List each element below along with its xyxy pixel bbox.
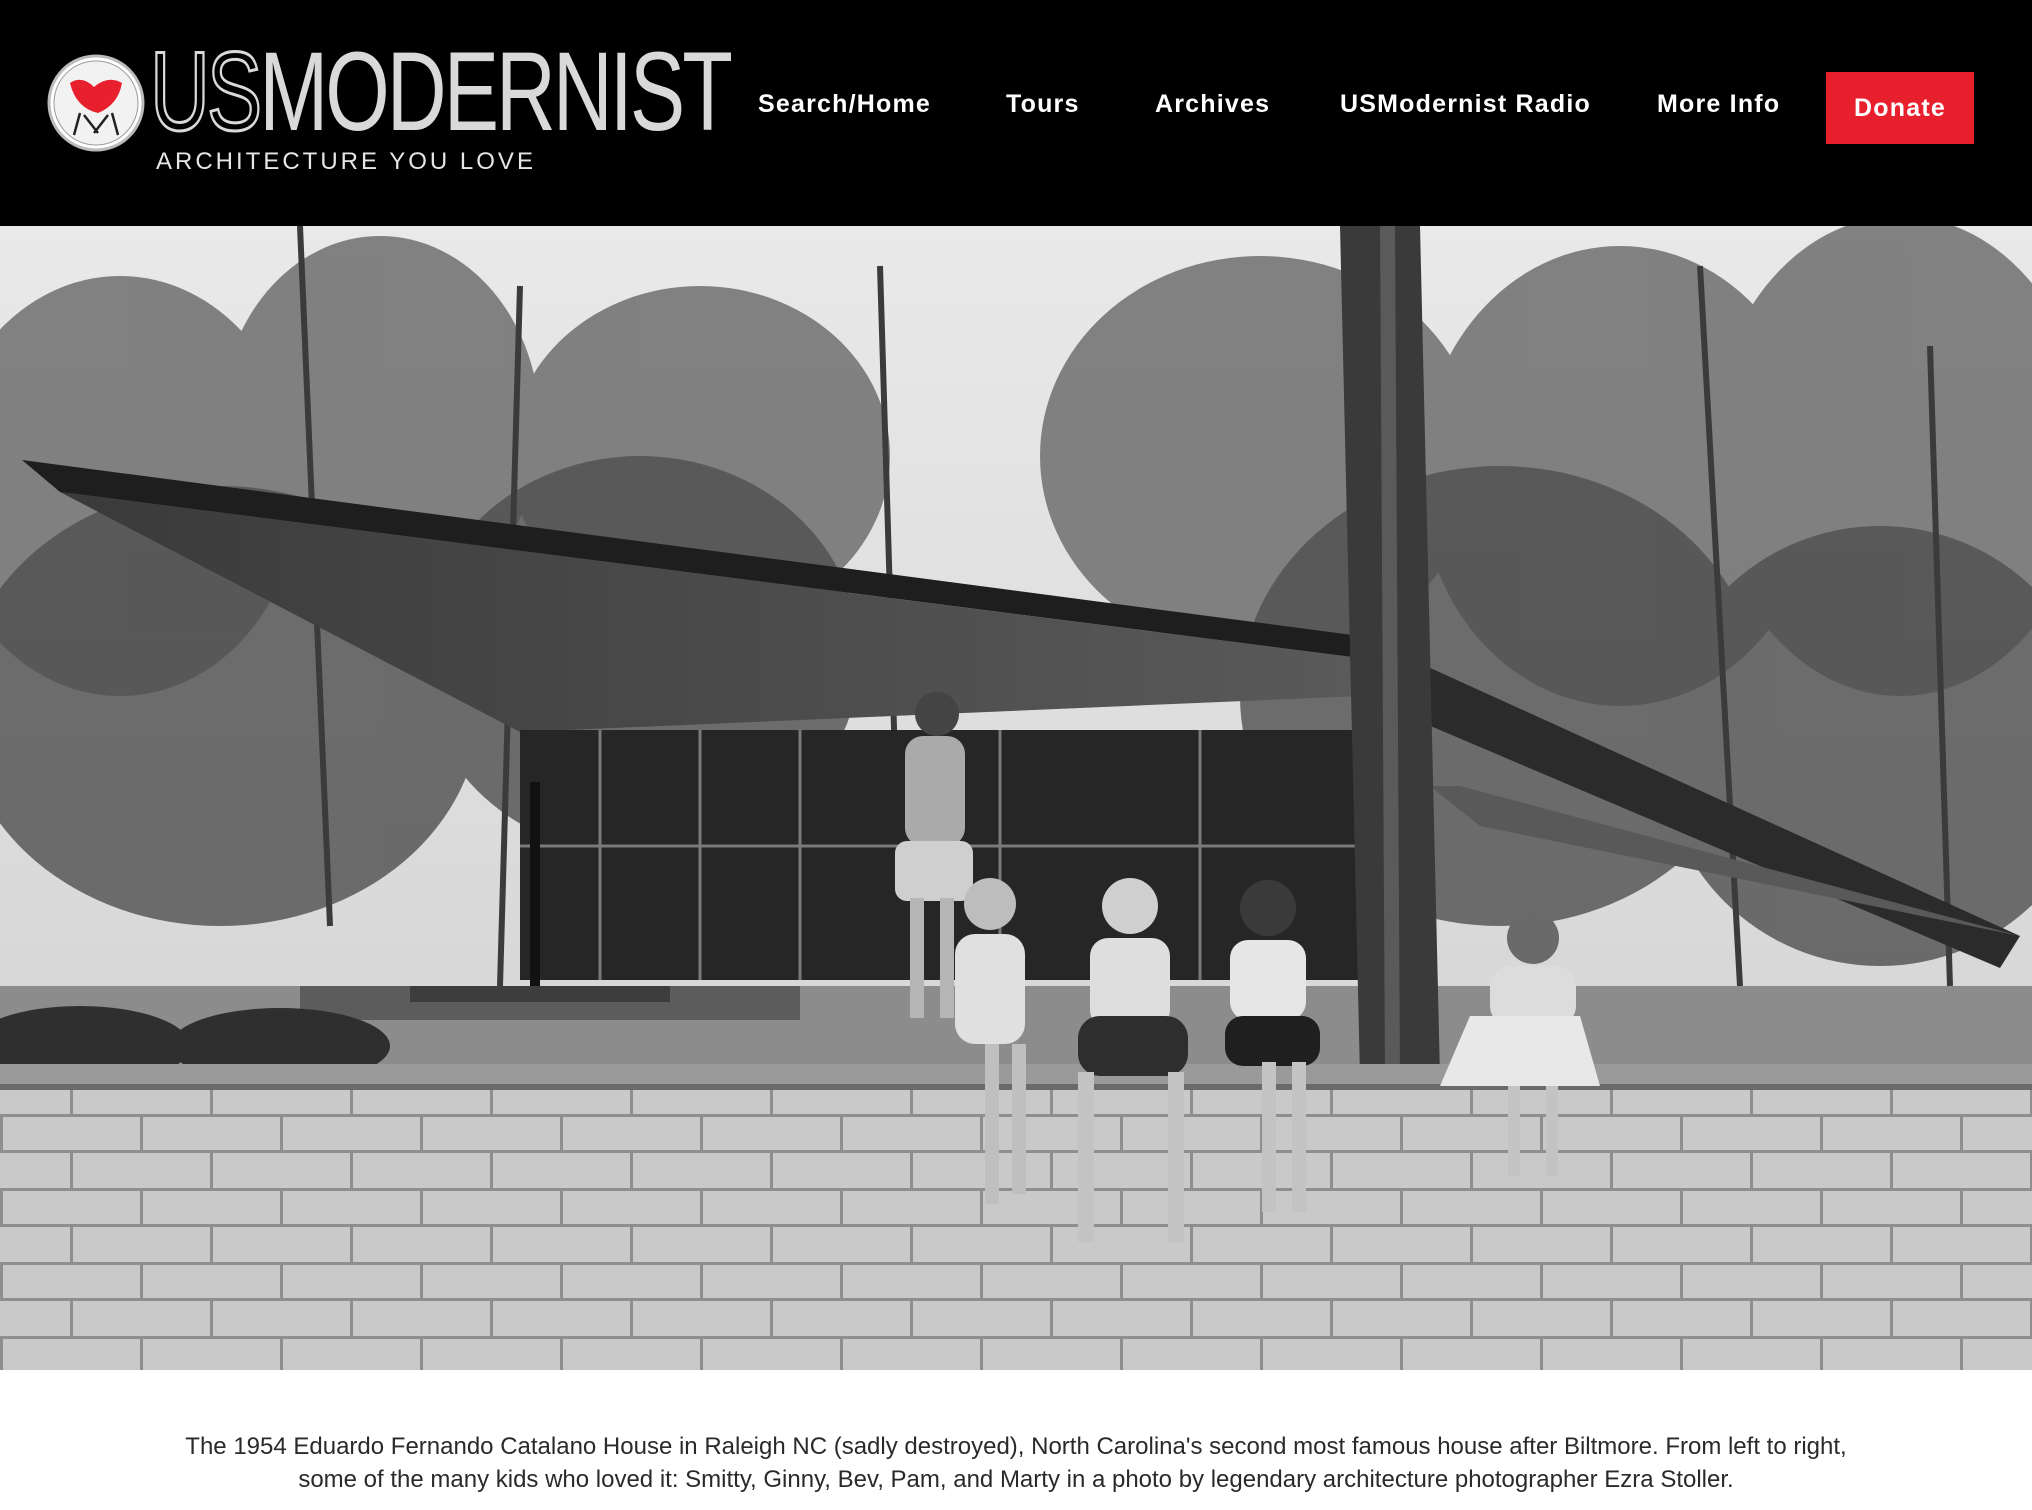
nav-link-archives[interactable]: Archives (1155, 90, 1270, 119)
nav-link-search-home[interactable]: Search/Home (758, 90, 931, 119)
main-nav: Search/Home Tours Archives USModernist R… (0, 72, 2032, 144)
nav-link-tours[interactable]: Tours (1006, 90, 1080, 119)
logo-tagline: ARCHITECTURE YOU LOVE (156, 148, 536, 175)
photo-caption: The 1954 Eduardo Fernando Catalano House… (185, 1433, 1847, 1493)
nav-link-usmodernist-radio[interactable]: USModernist Radio (1340, 90, 1591, 119)
donate-button[interactable]: Donate (1826, 72, 1974, 144)
nav-link-more-info[interactable]: More Info (1657, 90, 1780, 119)
hero-photo (0, 226, 2032, 1370)
site-header: USMODERNIST ARCHITECTURE YOU LOVE Search… (0, 0, 2032, 226)
hero-photo-illustration (0, 226, 2032, 1370)
